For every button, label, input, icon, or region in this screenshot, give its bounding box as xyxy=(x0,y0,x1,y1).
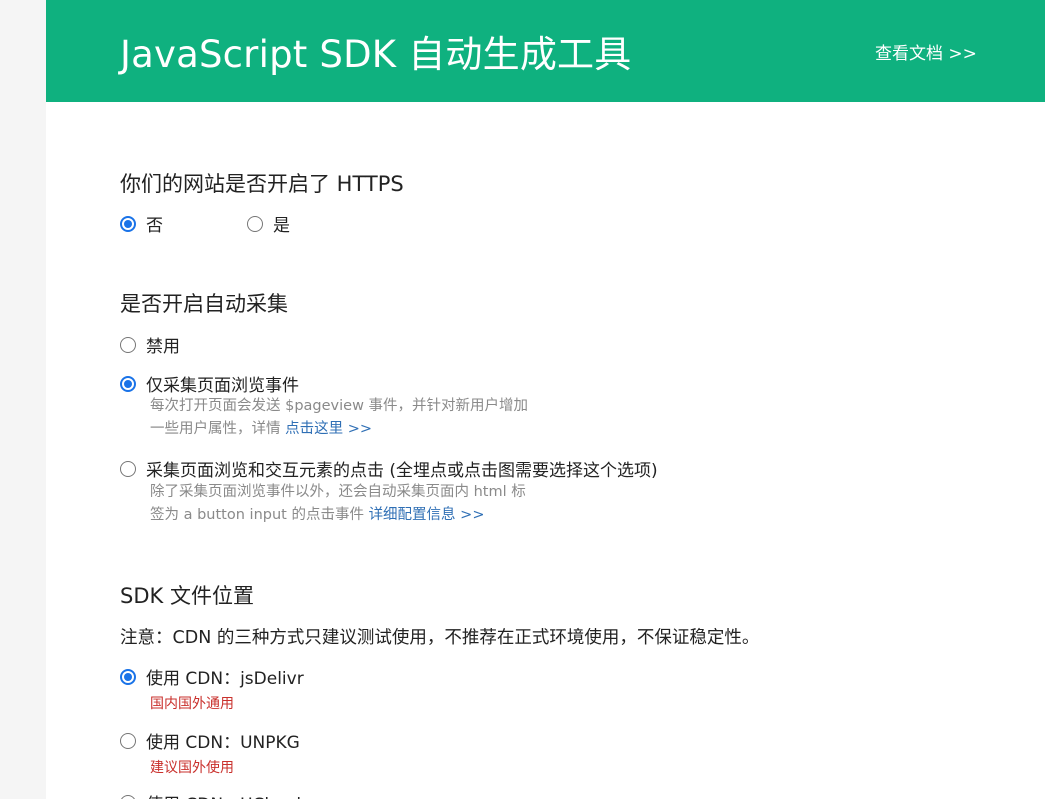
sdk-option-ucloud[interactable]: 使用 CDN：UCloud xyxy=(120,790,301,799)
https-option-no[interactable]: 否 xyxy=(120,211,163,236)
https-option-yes-label: 是 xyxy=(273,216,290,236)
sdk-option-unpkg[interactable]: 使用 CDN：UNPKG xyxy=(120,728,300,753)
header-bar: JavaScript SDK 自动生成工具 查看文档 >> xyxy=(46,0,1045,102)
click-config-link[interactable]: 详细配置信息 >> xyxy=(369,507,485,523)
autotrack-section-title: 是否开启自动采集 xyxy=(120,292,288,316)
radio-unchecked-icon[interactable] xyxy=(120,794,136,799)
radio-checked-icon[interactable] xyxy=(120,215,136,232)
autotrack-option-click[interactable]: 采集页面浏览和交互元素的点击 (全埋点或点击图需要选择这个选项) xyxy=(120,456,658,481)
sdk-option-unpkg-label: 使用 CDN：UNPKG xyxy=(146,733,300,753)
radio-unchecked-icon[interactable] xyxy=(247,215,263,232)
autotrack-option-pageview[interactable]: 仅采集页面浏览事件 xyxy=(120,371,299,396)
sdk-option-ucloud-label: 使用 CDN：UCloud xyxy=(146,790,301,799)
https-option-no-label: 否 xyxy=(146,216,163,236)
desc-line: 除了采集页面浏览事件以外，还会自动采集页面内 html 标 xyxy=(150,484,526,500)
autotrack-option-click-label: 采集页面浏览和交互元素的点击 (全埋点或点击图需要选择这个选项) xyxy=(146,461,658,481)
cdn-warning-note: 注意：CDN 的三种方式只建议测试使用，不推荐在正式环境使用，不保证稳定性。 xyxy=(120,628,760,648)
radio-unchecked-icon[interactable] xyxy=(120,732,136,749)
view-docs-link[interactable]: 查看文档 >> xyxy=(875,39,977,64)
autotrack-option-pageview-label: 仅采集页面浏览事件 xyxy=(146,376,299,396)
autotrack-option-disabled[interactable]: 禁用 xyxy=(120,332,180,357)
jsdelivr-tag: 国内国外通用 xyxy=(150,696,234,712)
radio-checked-icon[interactable] xyxy=(120,375,136,392)
desc-line: 每次打开页面会发送 $pageview 事件，并针对新用户增加 xyxy=(150,398,529,414)
https-option-yes[interactable]: 是 xyxy=(247,211,290,236)
pageview-details-link[interactable]: 点击这里 >> xyxy=(285,421,372,437)
sdk-location-section-title: SDK 文件位置 xyxy=(120,584,254,608)
page: JavaScript SDK 自动生成工具 查看文档 >> 你们的网站是否开启了… xyxy=(46,0,1045,799)
https-section-title: 你们的网站是否开启了 HTTPS xyxy=(120,172,404,196)
desc-line: 一些用户属性，详情 点击这里 >> xyxy=(150,421,373,437)
desc-line: 签为 a button input 的点击事件 详细配置信息 >> xyxy=(150,507,485,523)
sdk-option-jsdelivr-label: 使用 CDN：jsDelivr xyxy=(146,669,304,689)
autotrack-click-desc: 除了采集页面浏览事件以外，还会自动采集页面内 html 标 签为 a butto… xyxy=(150,481,526,527)
radio-unchecked-icon[interactable] xyxy=(120,460,136,477)
sdk-option-jsdelivr[interactable]: 使用 CDN：jsDelivr xyxy=(120,664,304,689)
autotrack-pageview-desc: 每次打开页面会发送 $pageview 事件，并针对新用户增加 一些用户属性，详… xyxy=(150,395,528,441)
radio-unchecked-icon[interactable] xyxy=(120,336,136,353)
radio-checked-icon[interactable] xyxy=(120,668,136,685)
page-title: JavaScript SDK 自动生成工具 xyxy=(120,33,632,76)
unpkg-tag: 建议国外使用 xyxy=(150,760,234,776)
autotrack-option-disabled-label: 禁用 xyxy=(146,337,180,357)
